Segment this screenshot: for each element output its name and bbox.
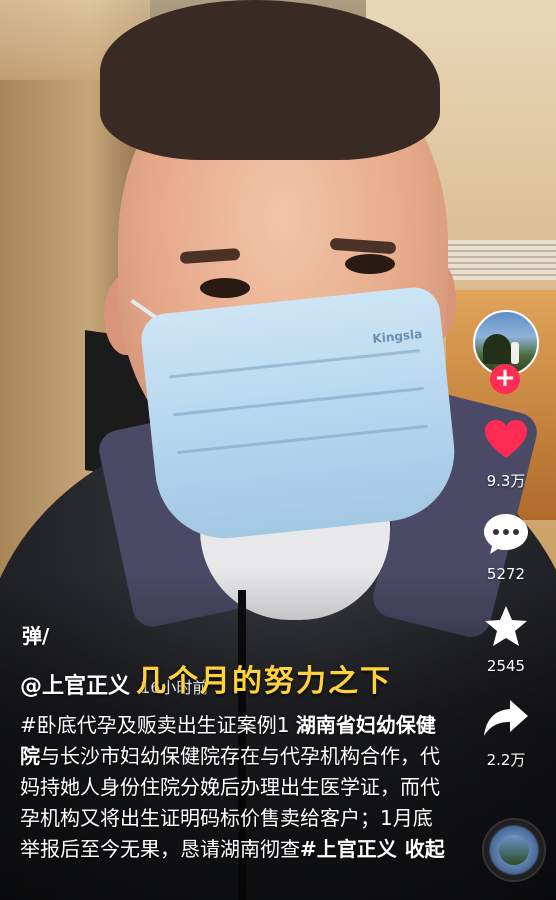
favorite-button[interactable]: 2545 <box>481 601 531 675</box>
author-handle[interactable]: @上官正义 <box>20 668 130 700</box>
heart-icon[interactable] <box>481 414 531 464</box>
comment-count: 5272 <box>486 565 526 583</box>
mask-brand-text: Kingsla <box>371 326 423 346</box>
danmu-toggle[interactable]: 弹/ <box>22 620 49 649</box>
comment-icon[interactable] <box>481 509 531 559</box>
hashtag-link[interactable]: #上官正义 <box>300 837 397 861</box>
favorite-count: 2545 <box>486 657 526 675</box>
mask-pleat <box>173 386 425 417</box>
share-button[interactable]: 2.2万 <box>481 693 531 770</box>
air-vent <box>446 240 556 280</box>
danmu-label: 弹 <box>22 624 42 648</box>
action-rail: + 9.3万 5272 2545 2.2万 <box>456 310 556 770</box>
music-disc-icon[interactable] <box>482 818 546 882</box>
face-mask: Kingsla <box>138 284 462 546</box>
share-count: 2.2万 <box>486 751 526 769</box>
share-icon[interactable] <box>481 693 531 743</box>
video-subtitle: 几个月的努力之下 <box>136 664 392 699</box>
mask-pleat <box>177 424 429 455</box>
eye <box>200 278 250 298</box>
video-description: #卧底代孕及贩卖出生证案例1 湖南省妇幼保健院与长沙市妇幼保健院存在与代孕机构合… <box>20 710 450 865</box>
avatar-tree <box>483 334 511 364</box>
like-count: 9.3万 <box>486 472 526 490</box>
comment-button[interactable]: 5272 <box>481 509 531 583</box>
mask-pleat <box>169 349 421 379</box>
avatar-person <box>511 342 519 364</box>
follow-plus-icon[interactable]: + <box>490 364 520 394</box>
danmu-icon: / <box>42 624 50 648</box>
like-button[interactable]: 9.3万 <box>481 414 531 491</box>
eye <box>345 254 395 274</box>
description-text: #卧底代孕及贩卖出生证案例1 <box>20 713 296 737</box>
star-icon[interactable] <box>481 601 531 651</box>
author-avatar[interactable]: + <box>473 310 539 394</box>
music-disc-cover <box>499 835 529 865</box>
collapse-button[interactable]: 收起 <box>405 837 445 861</box>
